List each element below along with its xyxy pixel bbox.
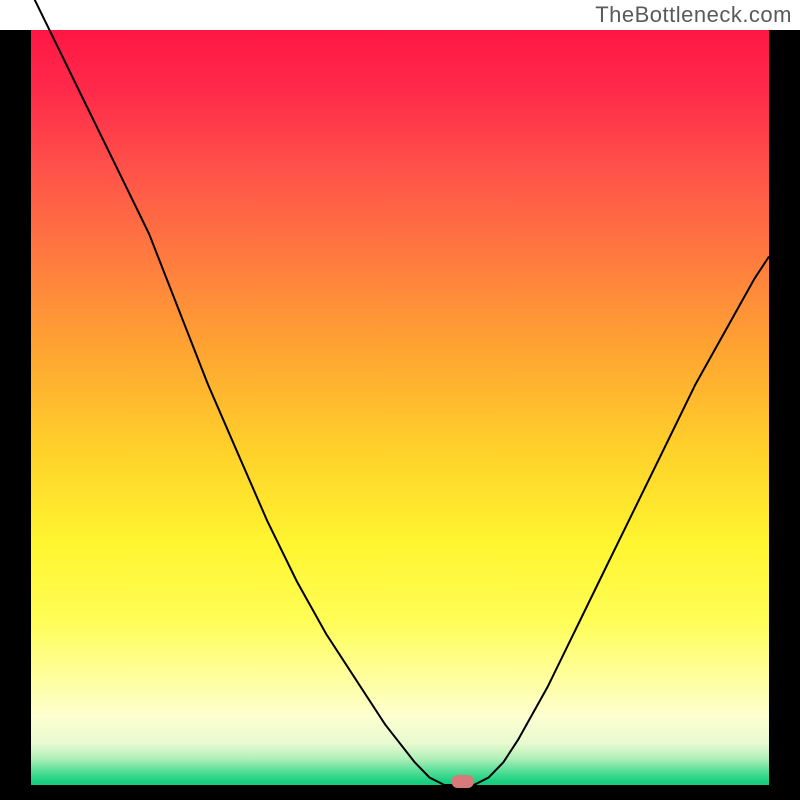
- frame-left: [0, 30, 31, 800]
- gradient-background: [31, 30, 769, 785]
- frame-bottom: [0, 785, 800, 800]
- bottleneck-chart: [0, 0, 800, 800]
- watermark-text: TheBottleneck.com: [595, 2, 792, 28]
- optimal-marker: [452, 775, 474, 788]
- frame-right: [769, 30, 800, 800]
